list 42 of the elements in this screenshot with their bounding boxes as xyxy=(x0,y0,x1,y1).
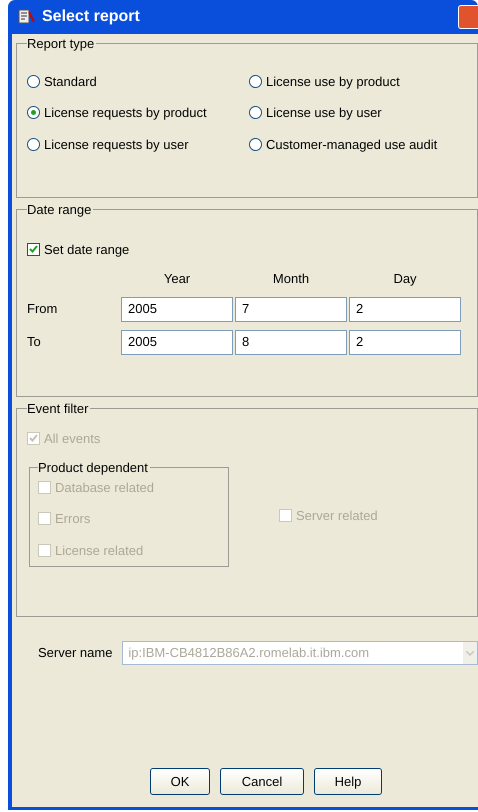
dropdown-field: ip:IBM-CB4812B86A2.romelab.it.ibm.com xyxy=(122,641,478,665)
input-field[interactable]: 2005 xyxy=(121,296,233,322)
radio-label: Standard xyxy=(44,72,97,91)
radio-button[interactable] xyxy=(27,74,40,88)
radio-button[interactable] xyxy=(249,106,262,120)
input-field[interactable]: 2 xyxy=(349,296,461,322)
group-label: Report type xyxy=(27,36,96,52)
input-field[interactable]: 8 xyxy=(235,330,347,355)
group-label: Product dependent xyxy=(38,460,149,476)
checkbox-label: Set date range xyxy=(44,240,130,259)
group-label: Date range xyxy=(27,202,92,218)
checkbox-label: Server related xyxy=(296,506,378,525)
radio-label: License use by user xyxy=(266,104,382,122)
input-field[interactable]: 7 xyxy=(235,296,347,322)
row-label: From xyxy=(27,300,58,318)
checkbox-label: All events xyxy=(44,430,100,448)
radio-button[interactable] xyxy=(27,138,40,151)
field-label: Server name xyxy=(38,644,112,662)
radio-label: License requests by user xyxy=(44,136,189,154)
checkbox[interactable] xyxy=(27,242,40,256)
radio-button[interactable] xyxy=(27,106,40,120)
radio-button[interactable] xyxy=(249,138,262,151)
group-label: Event filter xyxy=(27,401,90,417)
checkbox-label: Database related xyxy=(55,478,154,497)
dialog-button[interactable]: Help xyxy=(314,768,382,795)
dialog-button[interactable]: Cancel xyxy=(220,768,304,795)
row-label: To xyxy=(27,333,42,352)
column-heading: Day xyxy=(392,270,418,288)
input-field[interactable]: 2005 xyxy=(121,330,233,355)
window-title: Select report xyxy=(42,7,140,27)
close-button[interactable] xyxy=(458,5,478,29)
checkbox-label: License related xyxy=(55,542,144,560)
column-heading: Year xyxy=(162,270,192,288)
radio-button[interactable] xyxy=(249,74,262,88)
app-icon xyxy=(18,9,36,25)
radio-label: License requests by product xyxy=(44,104,207,122)
radio-label: License use by product xyxy=(266,72,400,91)
column-heading: Month xyxy=(272,270,310,288)
radio-label: Customer-managed use audit xyxy=(266,136,438,154)
checkbox-label: Errors xyxy=(55,510,90,528)
input-field[interactable]: 2 xyxy=(349,330,461,355)
dialog-button[interactable]: OK xyxy=(150,768,210,795)
